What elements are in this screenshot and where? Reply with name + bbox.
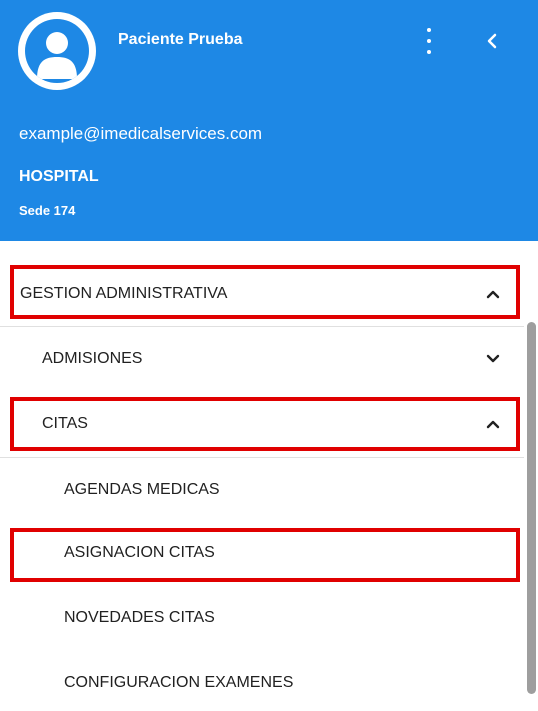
user-email: example@imedicalservices.com (19, 124, 263, 143)
menu-item-label: NOVEDADES CITAS (64, 609, 215, 626)
menu-section-label: GESTION ADMINISTRATIVA (20, 285, 228, 302)
menu-item-novedades-citas[interactable]: NOVEDADES CITAS (0, 590, 524, 646)
divider (0, 457, 524, 458)
menu-item-label: AGENDAS MEDICAS (64, 481, 220, 498)
menu-item-label: ASIGNACION CITAS (64, 544, 215, 561)
menu-item-agendas-medicas[interactable]: AGENDAS MEDICAS (0, 462, 524, 518)
scrollbar-thumb[interactable] (527, 322, 536, 694)
divider (0, 326, 524, 327)
chevron-left-icon[interactable] (480, 28, 506, 54)
chevron-up-icon (486, 290, 500, 299)
user-name: Paciente Prueba (118, 31, 243, 48)
person-avatar-icon (25, 19, 89, 83)
menu-group-label: ADMISIONES (42, 350, 143, 367)
kebab-menu-icon[interactable] (420, 28, 438, 54)
chevron-down-icon (486, 354, 500, 363)
avatar[interactable] (18, 12, 96, 90)
menu-group-citas[interactable]: CITAS (0, 394, 524, 454)
menu-section-gestion-administrativa[interactable]: GESTION ADMINISTRATIVA (0, 264, 524, 324)
profile-header: Paciente Prueba example@imedicalservices… (0, 0, 538, 241)
menu-item-label: CONFIGURACION EXAMENES (64, 674, 294, 691)
chevron-up-icon (486, 420, 500, 429)
site-name: Sede 174 (19, 203, 76, 218)
menu-item-asignacion-citas[interactable]: ASIGNACION CITAS (0, 525, 524, 581)
institution-name: HOSPITAL (19, 168, 99, 185)
menu-group-label: CITAS (42, 415, 88, 432)
menu-item-configuracion-examenes[interactable]: CONFIGURACION EXAMENES (0, 655, 524, 711)
menu-group-admisiones[interactable]: ADMISIONES (0, 330, 524, 388)
